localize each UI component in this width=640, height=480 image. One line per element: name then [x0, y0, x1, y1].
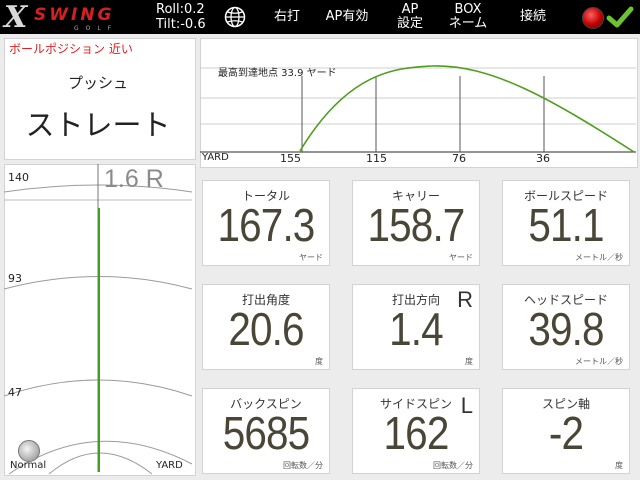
stat-value: 162: [383, 407, 450, 459]
stat-unit: 回転数／分: [283, 461, 323, 470]
logo-x: X: [4, 0, 28, 35]
right-handed-button[interactable]: 右打: [266, 0, 308, 34]
ap-settings-button[interactable]: AP 設定: [388, 0, 432, 34]
trajectory-tick: 76: [452, 152, 466, 165]
connect-button[interactable]: 接続: [510, 0, 556, 34]
trajectory-tick: 36: [536, 152, 550, 165]
stat-value: 5685: [222, 407, 310, 459]
globe-icon[interactable]: [224, 6, 246, 28]
stat-value: 1.4: [389, 303, 444, 355]
stat-card-launch-direction: 打出方向 1.4 R 度: [352, 284, 480, 370]
lane-tick: 140: [8, 171, 29, 184]
trajectory-chart: [200, 65, 636, 153]
stat-unit: メートル／秒: [575, 253, 623, 262]
stat-unit: ヤード: [449, 253, 473, 262]
stat-card-launch-angle: 打出角度 20.6 度: [202, 284, 330, 370]
stat-value: -2: [548, 407, 584, 459]
lane-unit-label: YARD: [156, 460, 183, 471]
tilt-readout: Tilt:-0.6: [156, 17, 206, 32]
stat-unit: 度: [315, 357, 323, 366]
deviation-value: 1.6 R: [104, 165, 164, 193]
stat-value: 51.1: [528, 199, 604, 251]
shot-type-push: プッシュ: [67, 74, 128, 92]
stat-unit: ヤード: [299, 253, 323, 262]
stat-value: 167.3: [217, 199, 316, 251]
stat-card-total: トータル 167.3 ヤード: [202, 180, 330, 266]
stat-value: 20.6: [228, 303, 304, 355]
logo-golf: GOLF: [74, 25, 119, 32]
stat-unit: メートル／秒: [575, 357, 623, 366]
stat-card-carry: キャリー 158.7 ヤード: [352, 180, 480, 266]
shot-type-straight: ストレート: [25, 108, 171, 142]
red-record-icon[interactable]: [582, 7, 604, 29]
stat-card-ball-speed: ボールスピード 51.1 メートル／秒: [502, 180, 630, 266]
ball-position-label: ボールポジション 近い: [9, 42, 133, 56]
mode-label: Normal: [10, 460, 47, 471]
club-head-icon[interactable]: [18, 440, 40, 462]
roll-tilt-readout: Roll:0.2 Tilt:-0.6: [156, 2, 206, 32]
trajectory-curve: [299, 65, 635, 153]
stat-card-sidespin: サイドスピン 162 L 回転数／分: [352, 388, 480, 474]
direction-indicator: R: [457, 287, 473, 312]
lane-tick: 47: [8, 386, 22, 399]
xswing-logo: X SWING GOLF: [4, 0, 140, 35]
stat-card-spin-axis: スピン軸 -2 度: [502, 388, 630, 474]
stat-unit: 回転数／分: [433, 461, 473, 470]
stat-unit: 度: [465, 357, 473, 366]
green-check-icon[interactable]: [606, 5, 634, 29]
direction-indicator: L: [460, 393, 473, 418]
trajectory-tick: 155: [280, 152, 301, 165]
roll-readout: Roll:0.2: [156, 2, 205, 17]
stat-card-head-speed: ヘッドスピード 39.8 メートル／秒: [502, 284, 630, 370]
apex-label: 最高到達地点 33.9 ヤード: [218, 68, 337, 79]
stat-unit: 度: [615, 461, 623, 470]
logo-swing: SWING: [34, 5, 115, 25]
stat-value: 39.8: [528, 303, 604, 355]
trajectory-x-label: YARD: [202, 152, 229, 163]
top-bar: X SWING GOLF Roll:0.2 Tilt:-0.6 右打 AP有効 …: [0, 0, 640, 35]
lane-chart: [4, 164, 193, 475]
ap-enabled-button[interactable]: AP有効: [318, 0, 376, 34]
box-name-button[interactable]: BOX ネーム: [440, 0, 496, 34]
stat-value: 158.7: [367, 199, 466, 251]
stat-card-backspin: バックスピン 5685 回転数／分: [202, 388, 330, 474]
trajectory-tick: 115: [366, 152, 387, 165]
lane-tick: 93: [8, 272, 22, 285]
